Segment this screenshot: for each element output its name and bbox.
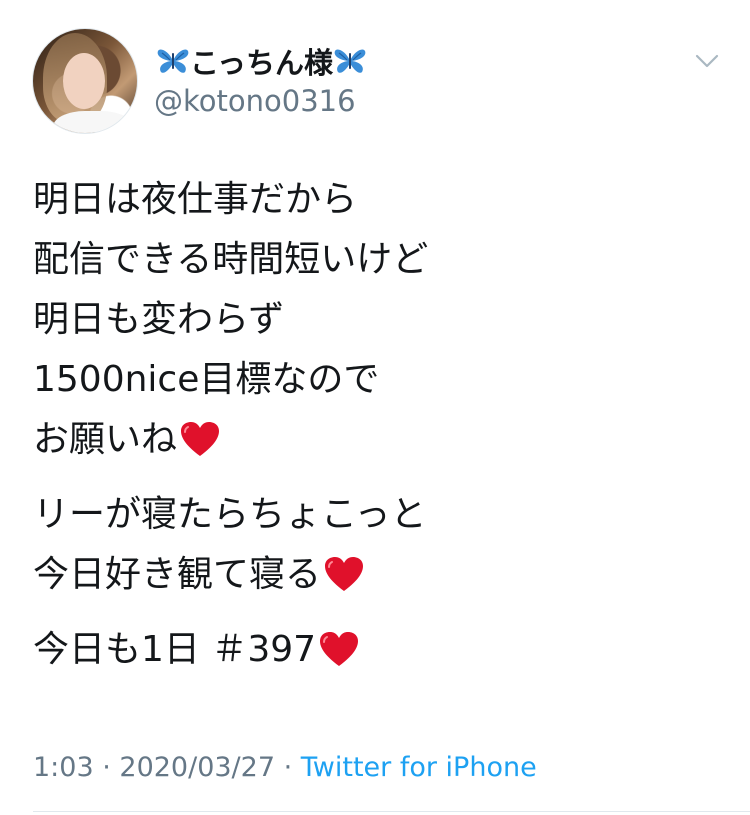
butterfly-icon (157, 49, 189, 73)
avatar-face (63, 53, 105, 109)
red-heart-icon (320, 632, 359, 666)
tweet-paragraph: 今日も1日 ＃397 (33, 620, 723, 680)
author-display-name: こっちん様 (190, 46, 333, 80)
tweet-paragraph: 明日は夜仕事だから 配信できる時間短いけど 明日も変わらず 1500nice目標… (33, 170, 723, 470)
meta-separator: · (275, 752, 301, 783)
avatar[interactable] (32, 28, 138, 134)
tweet-line: 明日は夜仕事だから (33, 179, 358, 220)
tweet-line-with-emoji: 今日も1日 ＃397 (33, 620, 723, 680)
tweet-source-link[interactable]: Twitter for iPhone (301, 752, 537, 783)
tweet-time[interactable]: 1:03 (33, 752, 94, 783)
tweet-line-text: お願いね (33, 419, 178, 460)
avatar-shoulder (53, 111, 133, 133)
tweet-text: 明日は夜仕事だから 配信できる時間短いけど 明日も変わらず 1500nice目標… (33, 170, 723, 695)
author-handle[interactable]: @kotono0316 (154, 84, 356, 118)
author-name-row[interactable]: こっちん様 (156, 40, 367, 82)
tweet-paragraph: リーが寝たらちょこっと 今日好き観て寝る (33, 485, 723, 605)
tweet-line: 明日も変わらず (33, 299, 285, 340)
meta-separator: · (93, 752, 120, 783)
tweet-date[interactable]: 2020/03/27 (119, 752, 275, 783)
tweet-line: 1500nice目標なので (33, 359, 380, 400)
tweet-meta: 1:03 · 2020/03/27 · Twitter for iPhone (33, 752, 537, 783)
butterfly-icon (334, 49, 366, 73)
tweet-line-with-emoji: お願いね (33, 410, 723, 470)
chevron-down-icon[interactable] (694, 52, 720, 70)
tweet-line-text: 今日も1日 ＃397 (33, 629, 317, 670)
red-heart-icon (325, 557, 364, 591)
tweet-line-with-emoji: 今日好き観て寝る (33, 545, 723, 605)
tweet-card: こっちん様 @kotono0316 明日は夜仕事だから 配信できる時間短いけど … (0, 0, 750, 815)
tweet-line: リーが寝たらちょこっと (33, 494, 427, 535)
divider (33, 811, 750, 812)
tweet-line: 配信できる時間短いけど (33, 239, 429, 280)
red-heart-icon (181, 422, 220, 456)
tweet-line-text: 今日好き観て寝る (33, 554, 322, 595)
